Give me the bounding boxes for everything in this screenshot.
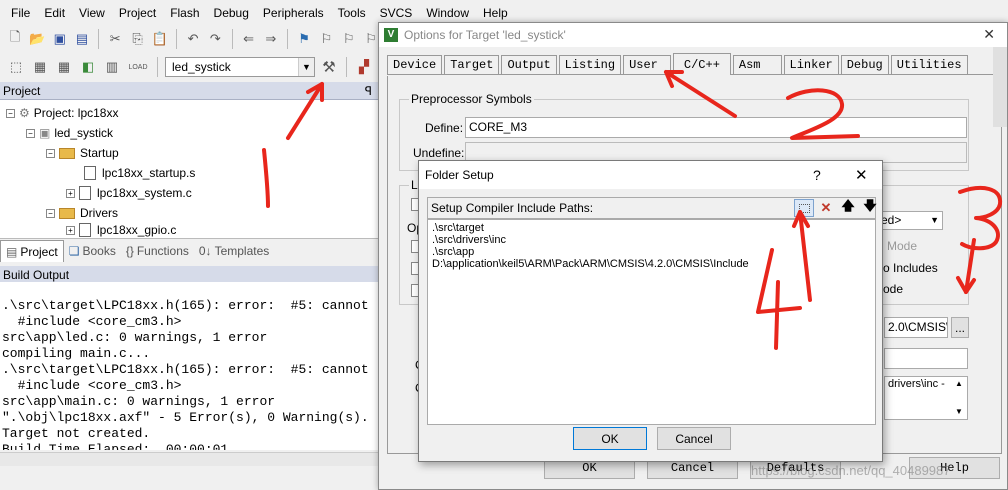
annotation-number-3 [958,186,1003,251]
annotation-overlay [262,70,1003,350]
annotation-number-2 [786,88,860,140]
annotation-number-4 [756,248,802,350]
annotation-number-1 [262,148,270,208]
annotation-arrow-1 [286,82,324,140]
annotation-arrow-2 [664,70,737,118]
